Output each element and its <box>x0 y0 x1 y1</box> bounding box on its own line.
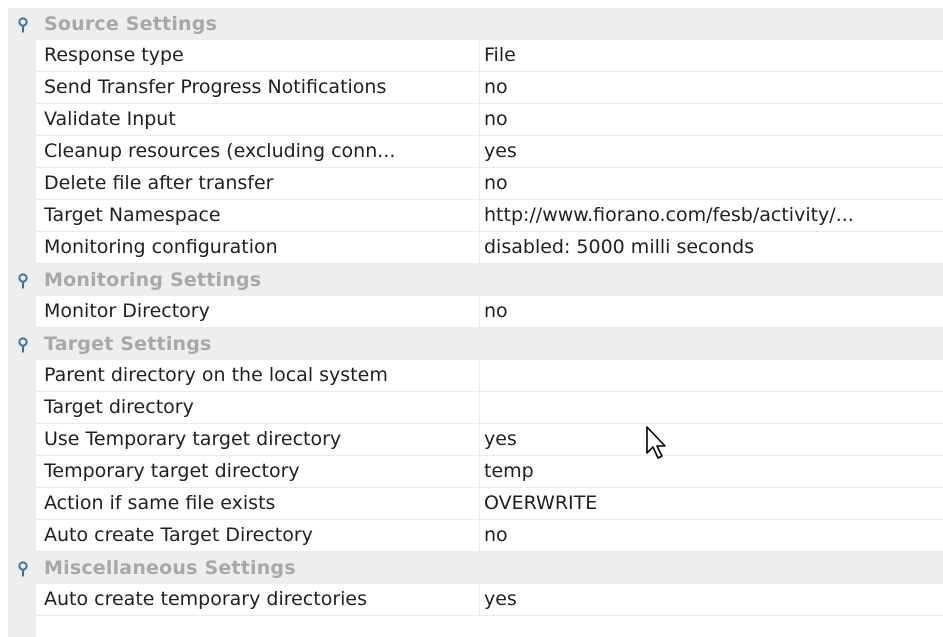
column-divider <box>479 72 480 103</box>
pin-icon[interactable] <box>16 561 30 577</box>
property-name: Auto create Target Directory <box>44 524 313 546</box>
property-row[interactable]: Cleanup resources (excluding conn... yes <box>8 135 943 168</box>
column-divider <box>479 232 480 263</box>
column-divider <box>479 360 480 391</box>
category-monitoring-settings[interactable]: Monitoring Settings <box>8 264 943 296</box>
property-value[interactable]: temp <box>484 456 941 487</box>
property-row[interactable]: Parent directory on the local system <box>8 359 943 392</box>
row-gutter <box>8 519 36 552</box>
mouse-cursor-icon <box>646 426 666 459</box>
property-value[interactable]: yes <box>484 424 941 455</box>
row-gutter <box>8 167 36 200</box>
category-source-settings[interactable]: Source Settings <box>8 8 943 40</box>
property-name: Auto create temporary directories <box>44 588 368 610</box>
pin-icon[interactable] <box>16 17 30 33</box>
column-divider <box>479 200 480 231</box>
row-gutter <box>8 71 36 104</box>
category-title: Monitoring Settings <box>44 269 262 291</box>
property-row[interactable]: Auto create temporary directories yes <box>8 583 943 616</box>
category-target-settings[interactable]: Target Settings <box>8 328 943 360</box>
property-value[interactable]: File <box>484 40 941 71</box>
column-divider <box>479 392 480 423</box>
column-divider <box>479 136 480 167</box>
property-value[interactable]: no <box>484 520 941 551</box>
property-row[interactable]: Target Namespace http://www.fiorano.com/f… <box>8 199 943 232</box>
row-gutter <box>8 295 36 328</box>
property-name: Temporary target directory <box>44 460 300 482</box>
row-gutter <box>8 199 36 232</box>
property-name: Validate Input <box>44 108 176 130</box>
property-row[interactable]: Target directory <box>8 391 943 424</box>
property-name: Response type <box>44 44 184 66</box>
row-gutter <box>8 455 36 488</box>
row-gutter <box>8 231 36 264</box>
property-name: Use Temporary target directory <box>44 428 342 450</box>
property-value[interactable]: yes <box>484 584 941 615</box>
property-row[interactable]: Action if same file exists OVERWRITE <box>8 487 943 520</box>
property-row[interactable]: Temporary target directory temp <box>8 455 943 488</box>
property-name: Action if same file exists <box>44 492 276 514</box>
property-name: Monitor Directory <box>44 300 210 322</box>
column-divider <box>479 520 480 551</box>
column-divider <box>479 40 480 71</box>
property-value[interactable]: no <box>484 296 941 327</box>
property-row[interactable]: Send Transfer Progress Notifications no <box>8 71 943 104</box>
property-name: Parent directory on the local system <box>44 364 388 386</box>
property-value[interactable]: yes <box>484 136 941 167</box>
property-row[interactable]: Monitor Directory no <box>8 295 943 328</box>
property-name: Send Transfer Progress Notifications <box>44 76 387 98</box>
property-row[interactable]: Delete file after transfer no <box>8 167 943 200</box>
row-gutter <box>8 39 36 72</box>
sheet-gutter <box>8 616 36 637</box>
property-value[interactable]: no <box>484 72 941 103</box>
column-divider <box>479 488 480 519</box>
category-title: Source Settings <box>44 13 218 35</box>
row-gutter <box>8 487 36 520</box>
column-divider <box>479 296 480 327</box>
pin-icon[interactable] <box>16 337 30 353</box>
row-gutter <box>8 103 36 136</box>
row-gutter <box>8 135 36 168</box>
property-row[interactable]: Validate Input no <box>8 103 943 136</box>
category-miscellaneous-settings[interactable]: Miscellaneous Settings <box>8 552 943 584</box>
property-name: Cleanup resources (excluding conn... <box>44 140 396 162</box>
property-value[interactable]: no <box>484 104 941 135</box>
row-gutter <box>8 359 36 392</box>
property-row[interactable]: Response type File <box>8 39 943 72</box>
pin-icon[interactable] <box>16 273 30 289</box>
row-gutter <box>8 423 36 456</box>
property-name: Target Namespace <box>44 204 221 226</box>
property-name: Monitoring configuration <box>44 236 278 258</box>
column-divider <box>479 456 480 487</box>
property-value[interactable]: no <box>484 168 941 199</box>
property-row[interactable]: Monitoring configuration disabled: 5000 m… <box>8 231 943 264</box>
category-title: Target Settings <box>44 333 212 355</box>
property-row[interactable]: Auto create Target Directory no <box>8 519 943 552</box>
row-gutter <box>8 391 36 424</box>
property-sheet: Source Settings Response type File Send Tra… <box>8 8 943 616</box>
column-divider <box>479 584 480 615</box>
column-divider <box>479 104 480 135</box>
row-gutter <box>8 583 36 616</box>
property-value[interactable]: http://www.fiorano.com/fesb/activity/... <box>484 200 941 231</box>
column-divider <box>479 424 480 455</box>
property-row[interactable]: Use Temporary target directory yes <box>8 423 943 456</box>
category-title: Miscellaneous Settings <box>44 557 296 579</box>
property-value[interactable]: OVERWRITE <box>484 488 941 519</box>
property-value[interactable]: disabled: 5000 milli seconds <box>484 232 941 263</box>
column-divider <box>479 168 480 199</box>
property-name: Delete file after transfer <box>44 172 274 194</box>
property-name: Target directory <box>44 396 194 418</box>
